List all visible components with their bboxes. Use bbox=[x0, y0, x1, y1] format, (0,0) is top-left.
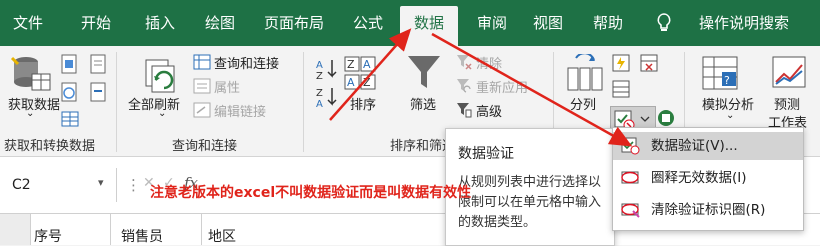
reapply-icon bbox=[456, 78, 472, 98]
annotation-note: 注意老版本的excel不叫数据验证而是叫数据有效性 bbox=[150, 185, 472, 201]
reapply-button[interactable]: 重新应用 bbox=[476, 77, 528, 96]
cell-a1[interactable]: 序号 bbox=[30, 214, 111, 245]
sort-icon[interactable]: ZAAZ bbox=[344, 56, 378, 96]
menu-item-clear-circles[interactable]: 清除验证标识圈(R) bbox=[613, 196, 803, 224]
clear-filter-icon bbox=[456, 54, 472, 74]
chevron-down-icon: ⌄ bbox=[158, 108, 167, 119]
queries-connections-icon bbox=[193, 54, 211, 74]
advanced-filter-icon bbox=[456, 102, 472, 122]
svg-text:A: A bbox=[363, 58, 371, 71]
menu-item-label: 清除验证标识圈(R) bbox=[651, 202, 766, 218]
svg-text:A: A bbox=[316, 99, 323, 108]
tab-insert[interactable]: 插入 bbox=[140, 6, 180, 40]
tooltip-body: 从规则列表中进行选择以限制可以在单元格中输入的数据类型。 bbox=[458, 175, 602, 230]
svg-text:Z: Z bbox=[316, 88, 323, 99]
chevron-down-icon: ▾ bbox=[98, 176, 104, 189]
from-table-icon[interactable] bbox=[60, 110, 80, 134]
tab-draw[interactable]: 绘图 bbox=[200, 6, 240, 40]
properties-button[interactable]: 属性 bbox=[214, 77, 240, 96]
tab-view[interactable]: 视图 bbox=[528, 6, 568, 40]
menu-item-data-validation[interactable]: 数据验证(V)... bbox=[613, 132, 803, 160]
from-text-icon[interactable] bbox=[60, 54, 80, 80]
group-label-queries: 查询和连接 bbox=[172, 139, 238, 154]
tab-formulas[interactable]: 公式 bbox=[348, 6, 388, 40]
chevron-down-icon: ⌄ bbox=[26, 108, 35, 119]
database-icon[interactable] bbox=[8, 54, 54, 96]
remove-duplicates-icon[interactable] bbox=[640, 54, 658, 76]
refresh-all-icon[interactable] bbox=[140, 54, 180, 98]
group-label-get-transform: 获取和转换数据 bbox=[4, 139, 96, 154]
advanced-button[interactable]: 高级 bbox=[476, 101, 502, 120]
tooltip-title: 数据验证 bbox=[458, 146, 514, 162]
filter-button[interactable]: 筛选 bbox=[410, 94, 436, 113]
more-icon: ⋮ bbox=[126, 176, 141, 194]
svg-text:Z: Z bbox=[316, 71, 323, 80]
sort-button[interactable]: 排序 bbox=[350, 94, 376, 113]
svg-text:A: A bbox=[316, 60, 323, 71]
text-to-columns-button[interactable]: 分列 bbox=[570, 94, 596, 113]
forecast-sheet-button-line1[interactable]: 预测 bbox=[774, 94, 800, 113]
filter-funnel-icon[interactable] bbox=[406, 54, 442, 96]
text-to-columns-icon[interactable] bbox=[566, 52, 604, 96]
cell-b1[interactable]: 销售员 bbox=[111, 214, 202, 245]
cell-c1-text: 地区 bbox=[208, 229, 236, 245]
data-validation-icon bbox=[621, 137, 640, 155]
svg-text:Z: Z bbox=[363, 76, 371, 89]
clear-circles-icon bbox=[621, 203, 640, 218]
flash-fill-icon[interactable] bbox=[612, 54, 630, 76]
tab-data[interactable]: 数据 bbox=[400, 6, 458, 46]
menu-item-label: 数据验证(V)... bbox=[651, 138, 738, 154]
tell-me-search[interactable]: 操作说明搜索 bbox=[680, 6, 808, 40]
circle-invalid-icon bbox=[621, 171, 639, 184]
chevron-down-icon: ⌄ bbox=[726, 110, 735, 121]
name-box[interactable]: C2 ▾ bbox=[0, 168, 117, 202]
cell-c1[interactable]: 地区 bbox=[202, 214, 302, 245]
tab-home[interactable]: 开始 bbox=[76, 6, 116, 40]
queries-connections-button[interactable]: 查询和连接 bbox=[214, 53, 279, 72]
sort-ascending-icon[interactable]: AZ bbox=[316, 58, 338, 84]
refresh-all-button[interactable]: 全部刷新 bbox=[128, 94, 180, 113]
tab-help[interactable]: 帮助 bbox=[588, 6, 628, 40]
name-box-value: C2 bbox=[12, 177, 31, 193]
tab-page-layout[interactable]: 页面布局 bbox=[258, 6, 330, 40]
row-header bbox=[0, 214, 31, 245]
lightbulb-icon bbox=[652, 6, 676, 40]
tab-review[interactable]: 审阅 bbox=[472, 6, 512, 40]
svg-text:Z: Z bbox=[347, 58, 355, 71]
svg-text:A: A bbox=[347, 76, 355, 89]
from-web-icon[interactable] bbox=[60, 82, 80, 108]
what-if-analysis-icon[interactable]: ? bbox=[700, 54, 740, 96]
tab-file[interactable]: 文件 bbox=[8, 6, 48, 40]
menu-item-label: 圈释无效数据(I) bbox=[651, 170, 747, 186]
ribbon-tab-bar: 文件 开始 插入 绘图 页面布局 公式 数据 审阅 视图 帮助 操作说明搜索 bbox=[0, 0, 820, 46]
recent-sources-icon[interactable] bbox=[90, 54, 108, 78]
cell-b1-text: 销售员 bbox=[121, 229, 163, 245]
existing-connections-icon[interactable] bbox=[90, 82, 108, 106]
data-validation-menu: 数据验证(V)... 圈释无效数据(I) 清除验证标识圈(R) bbox=[612, 127, 804, 231]
svg-text:?: ? bbox=[724, 74, 730, 87]
menu-item-circle-invalid[interactable]: 圈释无效数据(I) bbox=[613, 164, 803, 192]
properties-icon bbox=[193, 78, 211, 98]
consolidate-icon[interactable] bbox=[612, 80, 630, 102]
clear-button[interactable]: 清除 bbox=[476, 53, 502, 72]
forecast-sheet-icon[interactable] bbox=[770, 54, 808, 96]
cell-a1-text: 序号 bbox=[34, 229, 62, 245]
edit-links-icon bbox=[193, 102, 211, 122]
sort-descending-icon[interactable]: ZA bbox=[316, 86, 338, 112]
edit-links-button[interactable]: 编辑链接 bbox=[214, 101, 266, 120]
